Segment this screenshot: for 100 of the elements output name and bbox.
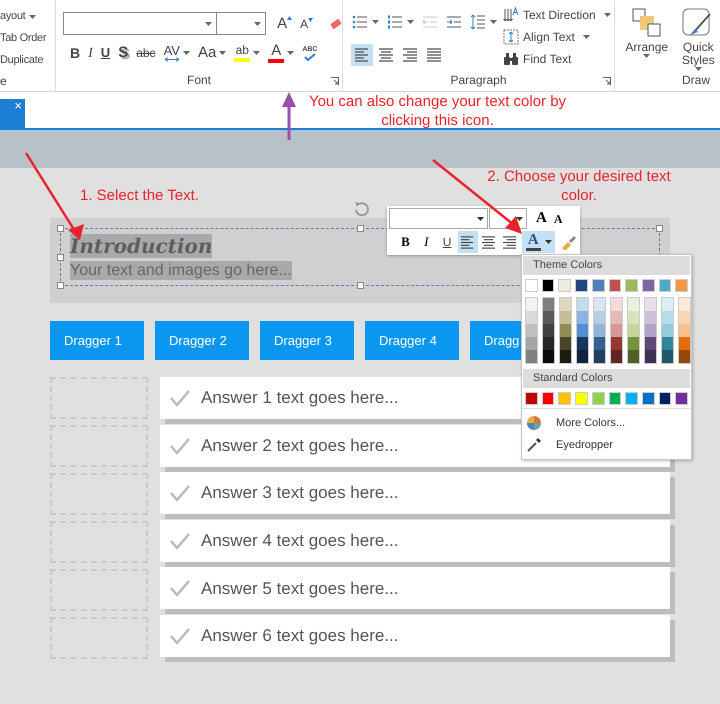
color-swatch[interactable] <box>642 392 655 405</box>
answer-card[interactable]: Answer 6 text goes here... <box>160 614 670 657</box>
color-swatch[interactable] <box>577 350 588 363</box>
font-name-field[interactable] <box>63 12 217 35</box>
resize-handle[interactable] <box>57 225 64 232</box>
color-swatch[interactable] <box>645 298 656 311</box>
color-swatch[interactable] <box>592 392 605 405</box>
color-swatch[interactable] <box>594 350 605 363</box>
color-swatch[interactable] <box>594 324 605 337</box>
resize-handle[interactable] <box>656 225 663 232</box>
color-swatch[interactable] <box>560 311 571 324</box>
color-swatch[interactable] <box>625 392 638 405</box>
resize-handle[interactable] <box>57 254 64 261</box>
shrink-font-button[interactable]: A <box>299 18 314 30</box>
ribbon-command[interactable]: Find Text <box>503 50 611 68</box>
color-swatch[interactable] <box>543 311 554 324</box>
arrange-button[interactable]: Arrange <box>625 8 668 72</box>
color-swatch[interactable] <box>658 392 672 405</box>
color-swatch[interactable] <box>542 279 554 292</box>
font-name-field[interactable] <box>389 208 488 229</box>
close-button[interactable]: × <box>14 99 22 113</box>
shrink-font-button[interactable]: A <box>554 212 563 224</box>
bold-button[interactable]: B <box>395 231 416 253</box>
spacing-button[interactable]: AV <box>160 42 193 64</box>
color-swatch[interactable] <box>526 337 537 350</box>
document-tab[interactable]: × <box>0 99 25 128</box>
color-swatch[interactable] <box>560 337 571 350</box>
color-swatch[interactable] <box>628 324 639 337</box>
color-swatch[interactable] <box>645 350 656 363</box>
ribbon-command[interactable]: Align Text <box>503 28 611 46</box>
italic-button[interactable]: I <box>416 231 437 253</box>
color-swatch[interactable] <box>526 311 537 324</box>
underline-button[interactable]: U <box>436 231 458 253</box>
font-color-button[interactable]: A <box>522 231 556 253</box>
color-swatch[interactable] <box>608 279 622 292</box>
spacing-button[interactable] <box>469 12 498 32</box>
color-swatch[interactable] <box>662 311 673 324</box>
color-swatch[interactable] <box>608 392 622 405</box>
answer-card[interactable]: Answer 3 text goes here... <box>160 472 670 514</box>
color-swatch[interactable] <box>611 324 622 337</box>
color-swatch[interactable] <box>560 324 571 337</box>
strike-button[interactable]: abc <box>133 42 159 64</box>
color-swatch[interactable] <box>543 324 554 337</box>
color-swatch[interactable] <box>611 298 622 311</box>
answer-card[interactable]: Answer 4 text goes here... <box>160 520 670 562</box>
bold-button[interactable]: B <box>67 42 84 64</box>
color-swatch[interactable] <box>628 311 639 324</box>
font-size-field[interactable] <box>216 12 266 35</box>
color-button[interactable]: A <box>265 42 298 64</box>
color-swatch[interactable] <box>658 279 672 292</box>
color-swatch[interactable] <box>628 298 639 311</box>
color-swatch[interactable] <box>525 279 538 292</box>
color-swatch[interactable] <box>645 311 656 324</box>
color-swatch[interactable] <box>662 350 673 363</box>
color-swatch[interactable] <box>642 279 655 292</box>
color-swatch[interactable] <box>675 279 688 292</box>
color-swatch[interactable] <box>675 392 688 405</box>
color-swatch[interactable] <box>611 311 622 324</box>
color-swatch[interactable] <box>526 324 537 337</box>
color-swatch[interactable] <box>577 311 588 324</box>
styles-button[interactable]: Quick Styles <box>676 8 720 72</box>
color-swatch[interactable] <box>592 279 605 292</box>
color-swatch[interactable] <box>543 298 554 311</box>
color-swatch[interactable] <box>525 392 538 405</box>
resize-handle[interactable] <box>357 225 364 232</box>
color-swatch[interactable] <box>526 350 537 363</box>
color-swatch[interactable] <box>645 324 656 337</box>
color-swatch[interactable] <box>625 279 638 292</box>
answer-card[interactable]: Answer 5 text goes here... <box>160 567 670 610</box>
color-swatch[interactable] <box>611 350 622 363</box>
color-swatch[interactable] <box>662 337 673 350</box>
ribbon-command[interactable]: ayout <box>0 8 55 25</box>
grow-font-button[interactable]: A <box>276 16 294 31</box>
grow-font-button[interactable]: A <box>536 211 547 226</box>
color-swatch[interactable] <box>679 350 690 363</box>
resize-handle[interactable] <box>57 282 64 289</box>
underline-button[interactable]: U <box>98 42 114 64</box>
color-swatch[interactable] <box>679 324 690 337</box>
color-swatch[interactable] <box>628 337 639 350</box>
color-swatch[interactable] <box>628 350 639 363</box>
color-swatch[interactable] <box>662 298 673 311</box>
color-swatch[interactable] <box>543 350 554 363</box>
ribbon-command[interactable]: Tab Order <box>0 30 55 47</box>
color-swatch[interactable] <box>542 392 554 405</box>
italic-button[interactable]: I <box>85 42 96 64</box>
color-swatch[interactable] <box>594 311 605 324</box>
resize-handle[interactable] <box>357 282 364 289</box>
color-swatch[interactable] <box>560 298 571 311</box>
color-swatch[interactable] <box>679 298 690 311</box>
ribbon-command[interactable]: Text Direction <box>503 6 611 24</box>
color-swatch[interactable] <box>543 337 554 350</box>
case-button[interactable]: Aa <box>194 42 230 64</box>
align-left-button[interactable] <box>351 44 373 66</box>
color-swatch[interactable] <box>526 298 537 311</box>
color-swatch[interactable] <box>577 337 588 350</box>
color-swatch[interactable] <box>577 298 588 311</box>
color-swatch[interactable] <box>558 279 572 292</box>
color-swatch[interactable] <box>679 337 690 350</box>
color-swatch[interactable] <box>679 311 690 324</box>
color-swatch[interactable] <box>662 324 673 337</box>
